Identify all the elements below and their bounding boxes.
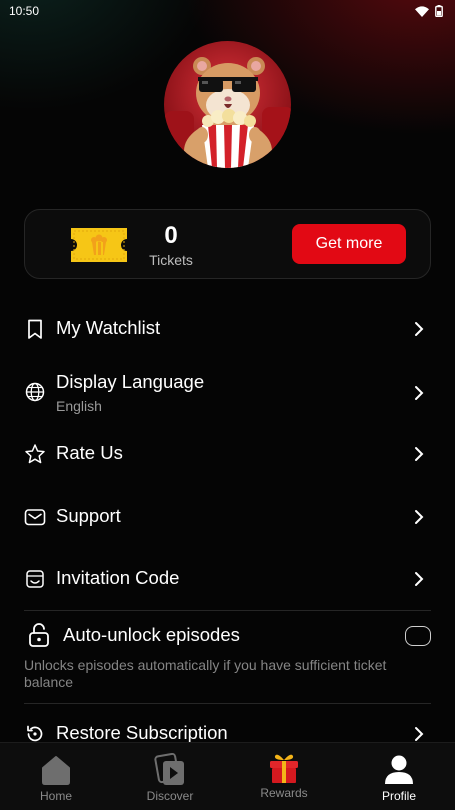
nav-discover[interactable]: Discover (125, 743, 215, 810)
nav-discover-label: Discover (146, 789, 194, 803)
menu-label-restore-subscription: Restore Subscription (56, 722, 228, 743)
bookmark-icon (28, 319, 42, 339)
mail-icon (24, 509, 46, 526)
nav-home-label: Home (39, 789, 72, 803)
auto-unlock-label: Auto-unlock episodes (63, 624, 240, 645)
home-icon (42, 756, 70, 785)
chevron-right-icon (415, 727, 424, 741)
menu-label-support: Support (56, 505, 121, 526)
menu-item-rate-us[interactable]: Rate Us (24, 429, 431, 479)
status-time: 10:50 (9, 4, 40, 18)
profile-avatar[interactable] (164, 41, 291, 168)
current-language: English (56, 398, 102, 414)
auto-unlock-toggle[interactable] (405, 626, 431, 646)
nav-profile[interactable]: Profile (354, 743, 444, 810)
gift-icon (270, 754, 298, 783)
menu-label-watchlist: My Watchlist (56, 317, 161, 338)
menu-label-display-language: Display Language (56, 371, 205, 392)
auto-unlock-section: Auto-unlock episodes Unlocks episodes au… (24, 616, 431, 696)
ticket-count: 0 (164, 222, 178, 249)
ticket-balance-card: 0 Tickets Get more (24, 209, 431, 279)
profile-icon (385, 755, 413, 784)
nav-profile-label: Profile (381, 789, 416, 803)
menu-item-watchlist[interactable]: My Watchlist (24, 304, 431, 354)
divider (24, 703, 431, 704)
invitation-icon (26, 570, 44, 588)
menu-item-support[interactable]: Support (24, 492, 431, 542)
nav-home[interactable]: Home (11, 743, 101, 810)
hamster-popcorn-avatar (164, 41, 291, 168)
status-bar: 10:50 (0, 0, 455, 22)
star-icon (25, 444, 45, 464)
menu-item-invitation-code[interactable]: Invitation Code (24, 554, 431, 604)
chevron-right-icon (415, 322, 424, 336)
menu-item-display-language[interactable]: Display Language English (24, 367, 431, 421)
auto-unlock-description: Unlocks episodes automatically if you ha… (24, 657, 387, 690)
discover-play-icon (154, 753, 184, 785)
nav-rewards[interactable]: Rewards (239, 743, 329, 810)
menu-label-invitation-code: Invitation Code (56, 567, 180, 588)
ticket-icon (71, 228, 127, 262)
battery-icon (435, 5, 443, 17)
ticket-label: Tickets (149, 252, 193, 268)
chevron-right-icon (415, 572, 424, 586)
chevron-right-icon (415, 386, 424, 400)
nav-rewards-label: Rewards (260, 786, 308, 800)
bottom-navigation: Home Discover Rewards Profile (0, 742, 455, 810)
wifi-icon (415, 5, 429, 17)
unlock-icon (29, 623, 49, 647)
divider (24, 610, 431, 611)
menu-label-rate-us: Rate Us (56, 442, 123, 463)
status-icons (415, 5, 443, 17)
chevron-right-icon (415, 447, 424, 461)
globe-icon (25, 382, 45, 402)
chevron-right-icon (415, 510, 424, 524)
get-more-button[interactable]: Get more (292, 224, 406, 264)
